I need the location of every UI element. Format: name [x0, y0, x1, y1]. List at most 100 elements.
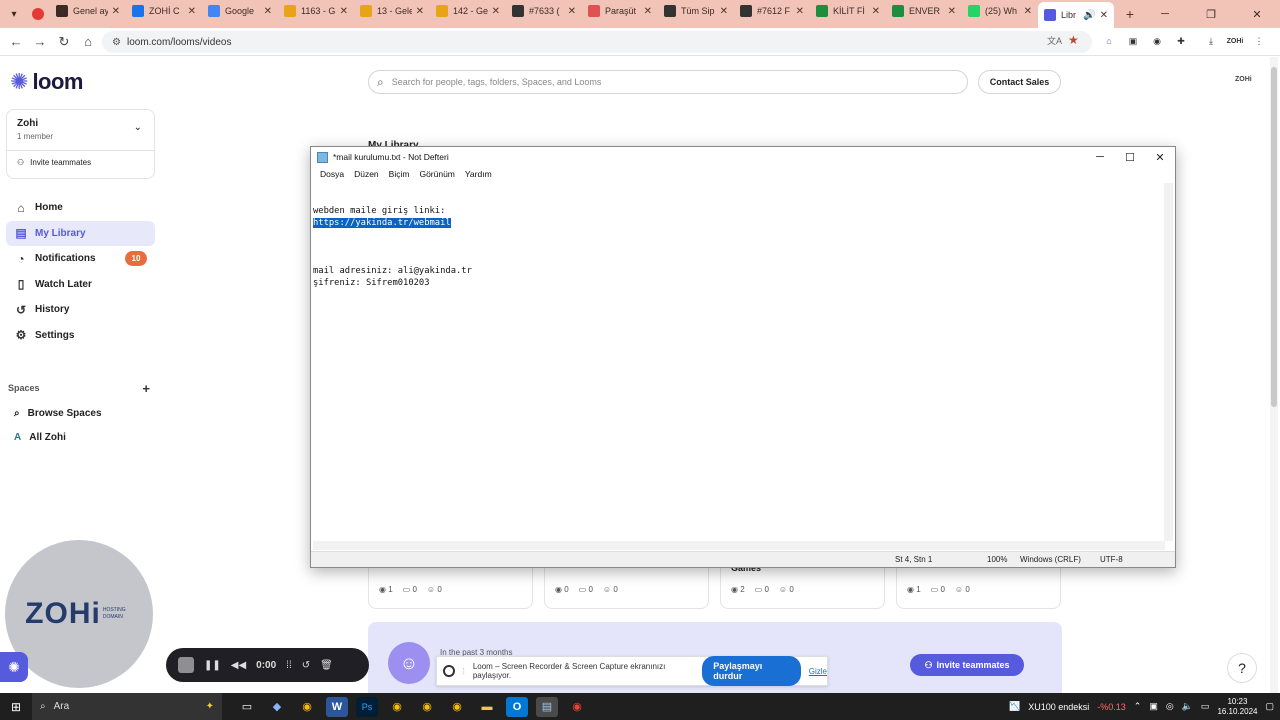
photoshop-icon[interactable]: Ps [356, 696, 378, 717]
sidebar-item-my-library[interactable]: ▤ My Library [6, 220, 155, 246]
browser-tab[interactable]: (25) Wh ✕ [962, 0, 1038, 22]
profile-icon[interactable]: ZOHi [1226, 32, 1244, 50]
menu-item-düzen[interactable]: Düzen [349, 167, 384, 183]
browser-tab[interactable]: Tüm Sip ✕ [658, 0, 734, 22]
account-avatar[interactable]: ZOHi [1235, 76, 1252, 83]
drag-handle-icon[interactable]: ⁞⁞ [286, 660, 292, 671]
menu-item-biçim[interactable]: Biçim [384, 167, 415, 183]
browser-tab[interactable]: #7612 F ✕ [734, 0, 810, 22]
extension-icon[interactable]: ⌂ [1100, 32, 1118, 50]
tab-close-icon[interactable]: ✕ [948, 6, 956, 17]
chrome-icon[interactable]: ◉ [296, 697, 318, 717]
puzzle-icon[interactable]: ✚ [1172, 32, 1190, 50]
notepad-taskbar-icon[interactable]: ▤ [536, 696, 558, 717]
chrome-icon[interactable]: ◉ [386, 697, 408, 717]
sidebar-item-all-zohi[interactable]: A All Zohi [14, 432, 66, 443]
close-icon[interactable]: ✕ [1234, 0, 1280, 28]
ticker-name[interactable]: XU100 endeksi [1028, 702, 1089, 712]
tab-record[interactable] [28, 3, 50, 25]
sidebar-item-home[interactable]: ⌂ Home [6, 195, 155, 220]
menu-item-dosya[interactable]: Dosya [315, 167, 349, 183]
tab-close-icon[interactable]: ✕ [492, 6, 500, 17]
minimize-icon[interactable]: ─ [1142, 0, 1188, 28]
minimize-icon[interactable]: ─ [1085, 147, 1115, 167]
chrome-icon[interactable]: ◉ [566, 697, 588, 717]
browser-tab[interactable]: Libr 🔊 ✕ [1038, 2, 1114, 28]
stop-recording-button[interactable] [178, 657, 194, 673]
restart-icon[interactable]: ↺ [302, 660, 310, 671]
search-input[interactable] [391, 77, 932, 87]
maximize-icon[interactable]: ☐ [1115, 147, 1145, 167]
taskbar-search[interactable]: ⌕ Ara ✦ [32, 693, 222, 720]
tab-close-icon[interactable]: ✕ [796, 6, 804, 17]
tab-close-icon[interactable]: ✕ [1024, 6, 1032, 17]
trash-icon[interactable]: 🗑 [320, 660, 333, 671]
help-button[interactable]: ? [1227, 653, 1257, 683]
browser-tab[interactable]: ENVER ✕ [886, 0, 962, 22]
browser-tab[interactable]: Genel aу ✕ [50, 0, 126, 22]
notepad-titlebar[interactable]: *mail kurulumu.txt - Not Defteri ─ ☐ ✕ [311, 147, 1175, 167]
tab-close-icon[interactable]: ✕ [416, 6, 424, 17]
search-bar[interactable]: ⌕ [368, 70, 968, 94]
tab-close-icon[interactable]: ✕ [1100, 10, 1108, 21]
home-browser-icon[interactable]: ⌂ [76, 34, 100, 49]
file-explorer-icon[interactable]: ▬ [476, 697, 498, 717]
clock[interactable]: 10:23 16.10.2024 [1217, 697, 1257, 717]
sidebar-item-watch-later[interactable]: ▯ Watch Later [6, 272, 155, 297]
tab-close-icon[interactable]: ✕ [644, 6, 652, 17]
task-view-icon[interactable]: ▭ [236, 697, 258, 717]
download-icon[interactable]: ⤓ [1202, 32, 1220, 50]
extension-icon[interactable]: ▣ [1124, 32, 1142, 50]
notepad-text-area[interactable]: webden maile giriş linki: https://yakind… [313, 183, 1165, 541]
windows-start-icon[interactable]: ⊞ [0, 700, 32, 714]
network-icon[interactable]: ◎ [1166, 701, 1174, 712]
grip-icon[interactable]: ⁞ [463, 667, 465, 676]
tray-app-icon[interactable]: ▣ [1149, 701, 1158, 712]
tab-close-icon[interactable]: ✕ [340, 6, 348, 17]
browser-tab[interactable]: 13 - Gele ✕ [354, 0, 430, 22]
reload-icon[interactable]: ↻ [52, 34, 76, 50]
workspace-card[interactable]: Zohi 1 member ⌄ ⚇ Invite teammates [6, 109, 155, 179]
back-icon[interactable]: ← [4, 34, 28, 49]
stop-sharing-button[interactable]: Paylaşmayı durdur [702, 656, 801, 686]
word-icon[interactable]: W [326, 696, 348, 717]
notifications-icon[interactable]: ▢ [1265, 701, 1274, 712]
chrome-icon[interactable]: ◉ [446, 697, 468, 717]
outlook-icon[interactable]: O [506, 696, 528, 717]
audio-icon[interactable]: 🔊 [1083, 10, 1095, 21]
copilot-icon[interactable]: ◆ [266, 697, 288, 717]
browser-tab[interactable]: Paraşüt ✕ [582, 0, 658, 22]
sidebar-item-settings[interactable]: ⚙ Settings [6, 323, 155, 348]
loom-logo[interactable]: ✺ loom [10, 69, 83, 95]
browser-tab[interactable]: ZOHİ C ✕ [126, 0, 202, 22]
loom-launcher-icon[interactable]: ✺ [0, 652, 28, 682]
invite-teammates-button[interactable]: ⚇ Invite teammates [910, 654, 1024, 676]
invite-teammates-link[interactable]: ⚇ Invite teammates [17, 158, 91, 167]
menu-item-görünüm[interactable]: Görünüm [414, 167, 459, 183]
battery-icon[interactable]: ▭ [1201, 701, 1210, 712]
sidebar-item-notifications[interactable]: ◔ Notifications 10 [6, 246, 155, 271]
vertical-scrollbar[interactable] [1164, 183, 1173, 541]
menu-icon[interactable]: ⋮ [1250, 32, 1268, 50]
forward-icon[interactable]: → [28, 34, 52, 49]
tab-close-icon[interactable]: ✕ [872, 6, 880, 17]
browser-tab[interactable]: #7633 (✕ [506, 0, 582, 22]
menu-item-yardım[interactable]: Yardım [460, 167, 497, 183]
tab-close-icon[interactable]: ✕ [568, 6, 576, 17]
sidebar-item-browse-spaces[interactable]: ⌕ Browse Spaces [14, 408, 102, 419]
tray-chevron-icon[interactable]: ⌃ [1134, 701, 1142, 712]
browser-tab[interactable]: KİLİT Fİ ✕ [810, 0, 886, 22]
hide-link[interactable]: Gizle [809, 667, 827, 676]
site-info-icon[interactable]: ⚙ [112, 37, 121, 48]
bookmark-star-icon[interactable]: ★ [1068, 33, 1079, 47]
chevron-down-icon[interactable]: ⌄ [134, 122, 142, 133]
volume-icon[interactable]: 🔈 [1182, 701, 1193, 712]
translate-icon[interactable]: 文A [1047, 34, 1062, 47]
chrome-icon[interactable]: ◉ [416, 697, 438, 717]
close-icon[interactable]: ✕ [1145, 147, 1175, 167]
tab-search-chevron-icon[interactable]: ▾ [4, 4, 24, 24]
scrollbar-thumb[interactable] [1271, 67, 1277, 407]
page-scrollbar[interactable] [1270, 57, 1278, 693]
pause-icon[interactable]: ❚❚ [204, 660, 221, 671]
url-field[interactable]: ⚙ loom.com/looms/videos [102, 31, 1092, 53]
